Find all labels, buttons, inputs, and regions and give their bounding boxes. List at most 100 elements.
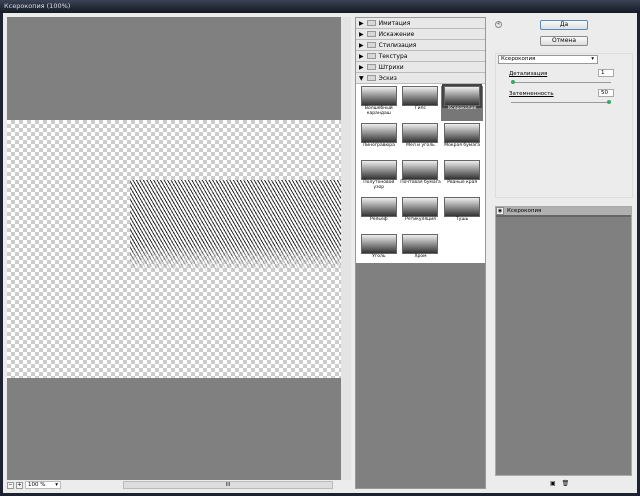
filter-category[interactable]: ▶ Искажение xyxy=(356,29,485,40)
filter-category[interactable]: ▶ Стилизация xyxy=(356,40,485,51)
folder-icon xyxy=(366,64,376,70)
filter-thumbnail[interactable]: Уголь xyxy=(358,234,400,269)
slider-knob[interactable] xyxy=(607,100,611,104)
filter-label: Гипс xyxy=(414,106,427,111)
effect-layers: ◉ Ксерокопия xyxy=(495,206,632,476)
folder-icon xyxy=(366,53,376,59)
preview-area[interactable] xyxy=(7,17,351,480)
filter-label: Уголь xyxy=(372,254,386,259)
thumbnail-image xyxy=(402,234,439,254)
horizontal-scrollbar[interactable]: III xyxy=(123,481,333,489)
filter-label: Почтовая бумага xyxy=(400,180,441,185)
filter-thumbnail[interactable]: Хром xyxy=(400,234,442,269)
collapsed-arrow-icon: ▶ xyxy=(359,41,364,49)
filter-thumbnail[interactable]: Полутоновой узор xyxy=(358,160,400,195)
layer-name: Ксерокопия xyxy=(507,208,542,214)
folder-icon xyxy=(366,31,376,37)
chevron-down-icon: ▾ xyxy=(591,56,594,62)
detail-label: Детализация xyxy=(509,71,548,77)
zoom-in-button[interactable]: + xyxy=(16,481,23,489)
filter-select[interactable]: Ксерокопия ▾ xyxy=(498,55,598,64)
filter-category[interactable]: ▶ Имитация xyxy=(356,18,485,29)
eye-icon[interactable]: ◉ xyxy=(496,207,504,215)
filter-label: Тушь xyxy=(456,217,469,222)
ok-button[interactable]: Да xyxy=(540,20,588,30)
thumbnail-image xyxy=(402,160,439,180)
window-title: Ксерокопия (100%) xyxy=(0,0,640,13)
category-label: Стилизация xyxy=(378,41,417,49)
filter-thumbnail[interactable]: Линогравюра xyxy=(358,123,400,158)
thumbnail-image xyxy=(360,197,397,217)
darkness-slider[interactable] xyxy=(511,100,611,104)
folder-icon xyxy=(366,75,376,81)
preview-toolbar: − + 100 % ▾ III xyxy=(7,480,351,490)
filter-label: Хром xyxy=(414,254,427,259)
filter-thumbnail[interactable]: Тушь xyxy=(441,197,483,232)
darkness-input[interactable]: 50 xyxy=(598,89,614,97)
filter-thumbnail[interactable]: Мел и уголь xyxy=(400,123,442,158)
detail-slider[interactable] xyxy=(511,80,611,84)
filter-category[interactable]: ▼ Эскиз xyxy=(356,73,485,84)
settings-panel: « Да Отмена Ксерокопия ▾ Детализация 1 За… xyxy=(490,17,635,489)
collapsed-arrow-icon: ▶ xyxy=(359,52,364,60)
chevron-down-icon: ▾ xyxy=(55,482,58,488)
thumbnail-image xyxy=(444,197,481,217)
folder-icon xyxy=(366,20,376,26)
category-label: Имитация xyxy=(378,19,411,27)
scroll-thumb[interactable]: III xyxy=(226,482,230,488)
thumbnail-image xyxy=(444,123,481,143)
thumbnail-image xyxy=(360,86,397,106)
thumbnail-image xyxy=(402,123,439,143)
filter-label: Мокрая бумага xyxy=(444,143,481,148)
thumbnail-image xyxy=(360,123,397,143)
filter-thumbnail[interactable]: Гипс xyxy=(400,86,442,121)
filter-label: Ретикуляция xyxy=(405,217,436,222)
thumbnail-image xyxy=(444,160,481,180)
filter-thumbnail[interactable]: Почтовая бумага xyxy=(400,160,442,195)
category-label: Эскиз xyxy=(378,74,397,82)
filter-thumbnail[interactable]: Ретикуляция xyxy=(400,197,442,232)
filter-thumbnail[interactable]: Рельеф xyxy=(358,197,400,232)
collapsed-arrow-icon: ▶ xyxy=(359,19,364,27)
preview-image xyxy=(130,180,341,272)
zoom-out-button[interactable]: − xyxy=(7,481,14,489)
filter-thumbnail[interactable]: Рваные края xyxy=(441,160,483,195)
filter-label: Мел и уголь xyxy=(406,143,435,148)
filter-category[interactable]: ▶ Текстура xyxy=(356,51,485,62)
thumbnail-image xyxy=(360,160,397,180)
detail-input[interactable]: 1 xyxy=(598,69,614,77)
filter-label: Линогравюра xyxy=(362,143,395,148)
slider-knob[interactable] xyxy=(511,80,515,84)
new-layer-icon[interactable]: ▣ xyxy=(550,480,556,487)
filter-thumbnail[interactable]: Волшебный карандаш xyxy=(358,86,400,121)
filter-label: Полутоновой узор xyxy=(363,180,395,190)
trash-icon[interactable]: 🗑 xyxy=(562,480,570,487)
filter-gallery-dialog: − + 100 % ▾ III ▶ Имитация ▶ Искажение ▶ Стили… xyxy=(3,13,637,493)
zoom-value: 100 % xyxy=(28,482,46,488)
filter-label: Рваные края xyxy=(447,180,478,185)
cancel-button[interactable]: Отмена xyxy=(540,36,588,46)
zoom-select[interactable]: 100 % ▾ xyxy=(25,481,61,489)
thumbnail-image xyxy=(402,86,439,106)
darkness-label: Затемненность xyxy=(509,91,554,97)
expanded-arrow-icon: ▼ xyxy=(359,74,364,82)
filter-thumbnail[interactable]: Мокрая бумага xyxy=(441,123,483,158)
category-label: Текстура xyxy=(378,52,408,60)
thumbnail-image xyxy=(360,234,397,254)
folder-icon xyxy=(366,42,376,48)
thumbnail-image xyxy=(402,197,439,217)
thumbnail-image xyxy=(442,84,483,108)
filter-category[interactable]: ▶ Штрихи xyxy=(356,62,485,73)
transparent-canvas xyxy=(7,120,341,378)
category-label: Искажение xyxy=(378,30,415,38)
collapse-icon[interactable]: « xyxy=(495,21,502,28)
collapsed-arrow-icon: ▶ xyxy=(359,30,364,38)
filter-thumbnail[interactable]: Ксерокопия xyxy=(441,84,483,121)
effect-layer[interactable]: ◉ Ксерокопия xyxy=(496,207,631,217)
collapsed-arrow-icon: ▶ xyxy=(359,63,364,71)
filter-label: Волшебный карандаш xyxy=(364,106,393,116)
filter-label: Ксерокопия xyxy=(448,106,477,111)
filter-select-value: Ксерокопия xyxy=(501,56,536,62)
vertical-scrollbar[interactable] xyxy=(341,17,351,480)
filter-browser: ▶ Имитация ▶ Искажение ▶ Стилизация ▶ Текстура ▶… xyxy=(355,17,486,489)
